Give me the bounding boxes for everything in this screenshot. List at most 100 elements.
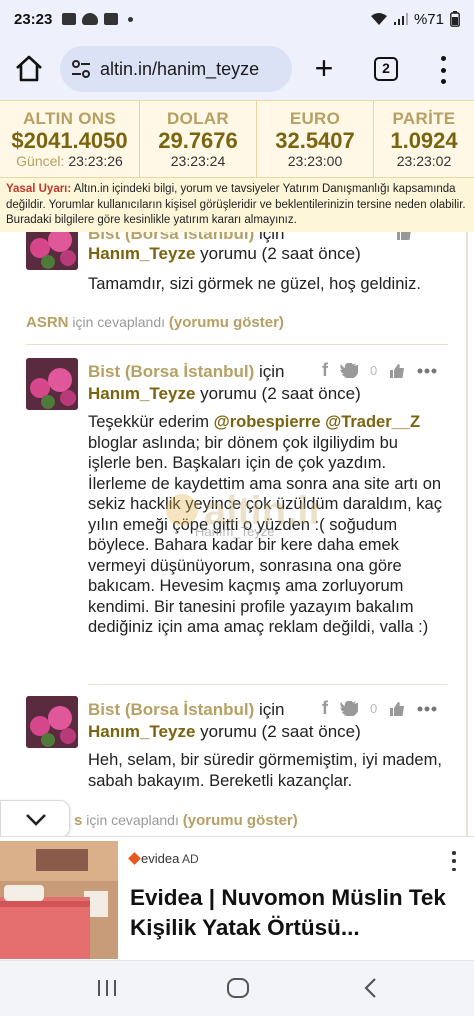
- status-time: 23:23: [14, 10, 53, 28]
- for-text: için: [254, 700, 285, 719]
- tab-switcher-button[interactable]: 2: [374, 57, 398, 81]
- system-navigation-bar: [0, 960, 474, 1016]
- new-tab-button[interactable]: +: [312, 52, 336, 84]
- reply-indicator: ASRN için cevaplandı (yorumu göster): [26, 314, 284, 331]
- ticker-value: 32.5407: [275, 128, 355, 153]
- home-nav-icon[interactable]: [226, 977, 250, 999]
- comment-body-text: Teşekkür ederim: [88, 413, 214, 431]
- comment-meta: yorumu (2 saat önce): [195, 384, 361, 403]
- twitter-share-icon[interactable]: [340, 363, 358, 378]
- ad-banner[interactable]: evidea AD Evidea | Nuvomon Müslin Tek Ki…: [0, 836, 474, 960]
- user-link[interactable]: Hanım_Teyze: [88, 244, 195, 263]
- ticker-time-label: Güncel:: [16, 153, 65, 169]
- ad-image[interactable]: [0, 841, 118, 959]
- divider: [26, 344, 448, 345]
- ticker-value: 1.0924: [390, 128, 458, 153]
- signal-icon: [393, 13, 408, 25]
- back-icon[interactable]: [362, 977, 380, 999]
- disclaimer-text: Altın.in içindeki bilgi, yorum ve tavsiy…: [6, 183, 466, 226]
- more-options-icon[interactable]: [417, 706, 437, 712]
- disclaimer-label: Yasal Uyarı:: [6, 183, 72, 195]
- ticker-time: 23:23:02: [396, 153, 452, 169]
- cloud-icon: [82, 13, 99, 25]
- recent-apps-icon[interactable]: [96, 977, 118, 999]
- battery-icon: [450, 11, 460, 27]
- facebook-share-icon[interactable]: f: [322, 360, 328, 381]
- comment-meta: yorumu (2 saat önce): [195, 722, 361, 741]
- ad-brand[interactable]: evidea: [128, 851, 179, 866]
- status-bar: 23:23 %71: [0, 0, 474, 38]
- battery-percent: %71: [413, 10, 444, 28]
- show-comment-link[interactable]: (yorumu göster): [169, 314, 284, 331]
- avatar[interactable]: [26, 232, 78, 270]
- ticker-time-value: 23:23:26: [68, 153, 123, 169]
- comment-actions: f 0: [322, 698, 437, 719]
- like-icon[interactable]: [389, 363, 405, 378]
- like-count: 0: [370, 701, 378, 716]
- twitter-share-icon[interactable]: [340, 701, 358, 716]
- ticker-name: DOLAR: [167, 109, 229, 128]
- ad-options-icon[interactable]: [450, 851, 458, 871]
- mention-link[interactable]: @robespierre: [214, 413, 321, 431]
- reply-text: için cevaplandı: [82, 812, 183, 828]
- ticker-euro[interactable]: EURO 32.5407 23:23:00: [257, 101, 374, 177]
- reply-user-link[interactable]: ASRN: [26, 314, 69, 331]
- home-icon[interactable]: [14, 54, 44, 84]
- page-link[interactable]: Bist (Borsa İstanbul): [88, 362, 254, 381]
- ticker-value: $2041.4050: [11, 128, 128, 153]
- ticker-value: 29.7676: [158, 128, 238, 153]
- for-text: için: [254, 362, 285, 381]
- more-options-icon[interactable]: [417, 368, 437, 374]
- ad-title[interactable]: Evidea | Nuvomon Müslin Tek Kişilik Yata…: [130, 883, 470, 943]
- user-link[interactable]: Hanım_Teyze: [88, 722, 195, 741]
- legal-disclaimer: Yasal Uyarı: Altın.in içindeki bilgi, yo…: [0, 178, 474, 232]
- house-icon: [128, 852, 141, 865]
- scrollbar[interactable]: [466, 232, 468, 836]
- show-comment-link[interactable]: (yorumu göster): [183, 812, 298, 829]
- for-text: için: [254, 232, 285, 243]
- ticker-time: 23:23:00: [287, 153, 343, 169]
- ticker-name: EURO: [289, 109, 341, 128]
- comment-user-line: Hanım_Teyze yorumu (2 saat önce): [88, 722, 361, 742]
- ticker-dollar[interactable]: DOLAR 29.7676 23:23:24: [140, 101, 257, 177]
- gallery-icon: [62, 13, 77, 25]
- like-icon[interactable]: [396, 232, 412, 240]
- comment-meta: yorumu (2 saat önce): [195, 244, 361, 263]
- user-link[interactable]: Hanım_Teyze: [88, 384, 195, 403]
- comment-user-line: Hanım_Teyze yorumu (2 saat önce): [88, 384, 361, 404]
- notification-dot-icon: [128, 16, 134, 22]
- facebook-share-icon[interactable]: f: [322, 698, 328, 719]
- comment-user-line: Hanım_Teyze yorumu (2 saat önce): [88, 244, 361, 264]
- comments-feed[interactable]: Bist (Borsa İstanbul) için Hanım_Teyze y…: [0, 232, 474, 836]
- mention-link[interactable]: @Trader__Z: [325, 413, 420, 431]
- like-count: 0: [370, 363, 378, 378]
- more-menu-icon[interactable]: [436, 56, 450, 84]
- ticker-gold[interactable]: ALTIN ONS $2041.4050 Güncel: 23:23:26: [0, 101, 140, 177]
- price-ticker: ALTIN ONS $2041.4050 Güncel: 23:23:26 DO…: [0, 100, 474, 178]
- watermark-user: Hanım_Teyze: [195, 524, 275, 539]
- avatar[interactable]: [26, 696, 78, 748]
- ticker-time: 23:23:24: [170, 153, 226, 169]
- comment-body: Tamamdır, sizi görmek ne güzel, hoş geld…: [88, 275, 421, 293]
- address-bar[interactable]: altin.in/hanim_teyze: [60, 46, 292, 92]
- avatar[interactable]: [26, 358, 78, 410]
- comment-author-line: Bist (Borsa İstanbul) için: [88, 362, 284, 382]
- comment-author-line: Bist (Borsa İstanbul) için: [88, 232, 284, 244]
- url-text: altin.in/hanim_teyze: [100, 58, 260, 79]
- site-settings-icon[interactable]: [70, 58, 92, 80]
- page-link[interactable]: Bist (Borsa İstanbul): [88, 700, 254, 719]
- page-link[interactable]: Bist (Borsa İstanbul): [88, 232, 254, 243]
- ad-label: AD: [182, 852, 199, 866]
- browser-toolbar: altin.in/hanim_teyze + 2: [0, 38, 474, 100]
- divider: [88, 684, 448, 685]
- collapse-ad-button[interactable]: [0, 800, 70, 838]
- like-icon[interactable]: [389, 701, 405, 716]
- ticker-name: PARİTE: [392, 109, 456, 128]
- comment-body: Heh, selam, bir süredir görmemiştim, iyi…: [88, 751, 442, 790]
- ticker-parity[interactable]: PARİTE 1.0924 23:23:02: [374, 101, 474, 177]
- wifi-icon: [370, 13, 387, 25]
- comment-actions: f 0: [322, 360, 437, 381]
- reply-indicator: s için cevaplandı (yorumu göster): [74, 812, 298, 829]
- comment-author-line: Bist (Borsa İstanbul) için: [88, 700, 284, 720]
- chevron-down-icon: [26, 814, 46, 826]
